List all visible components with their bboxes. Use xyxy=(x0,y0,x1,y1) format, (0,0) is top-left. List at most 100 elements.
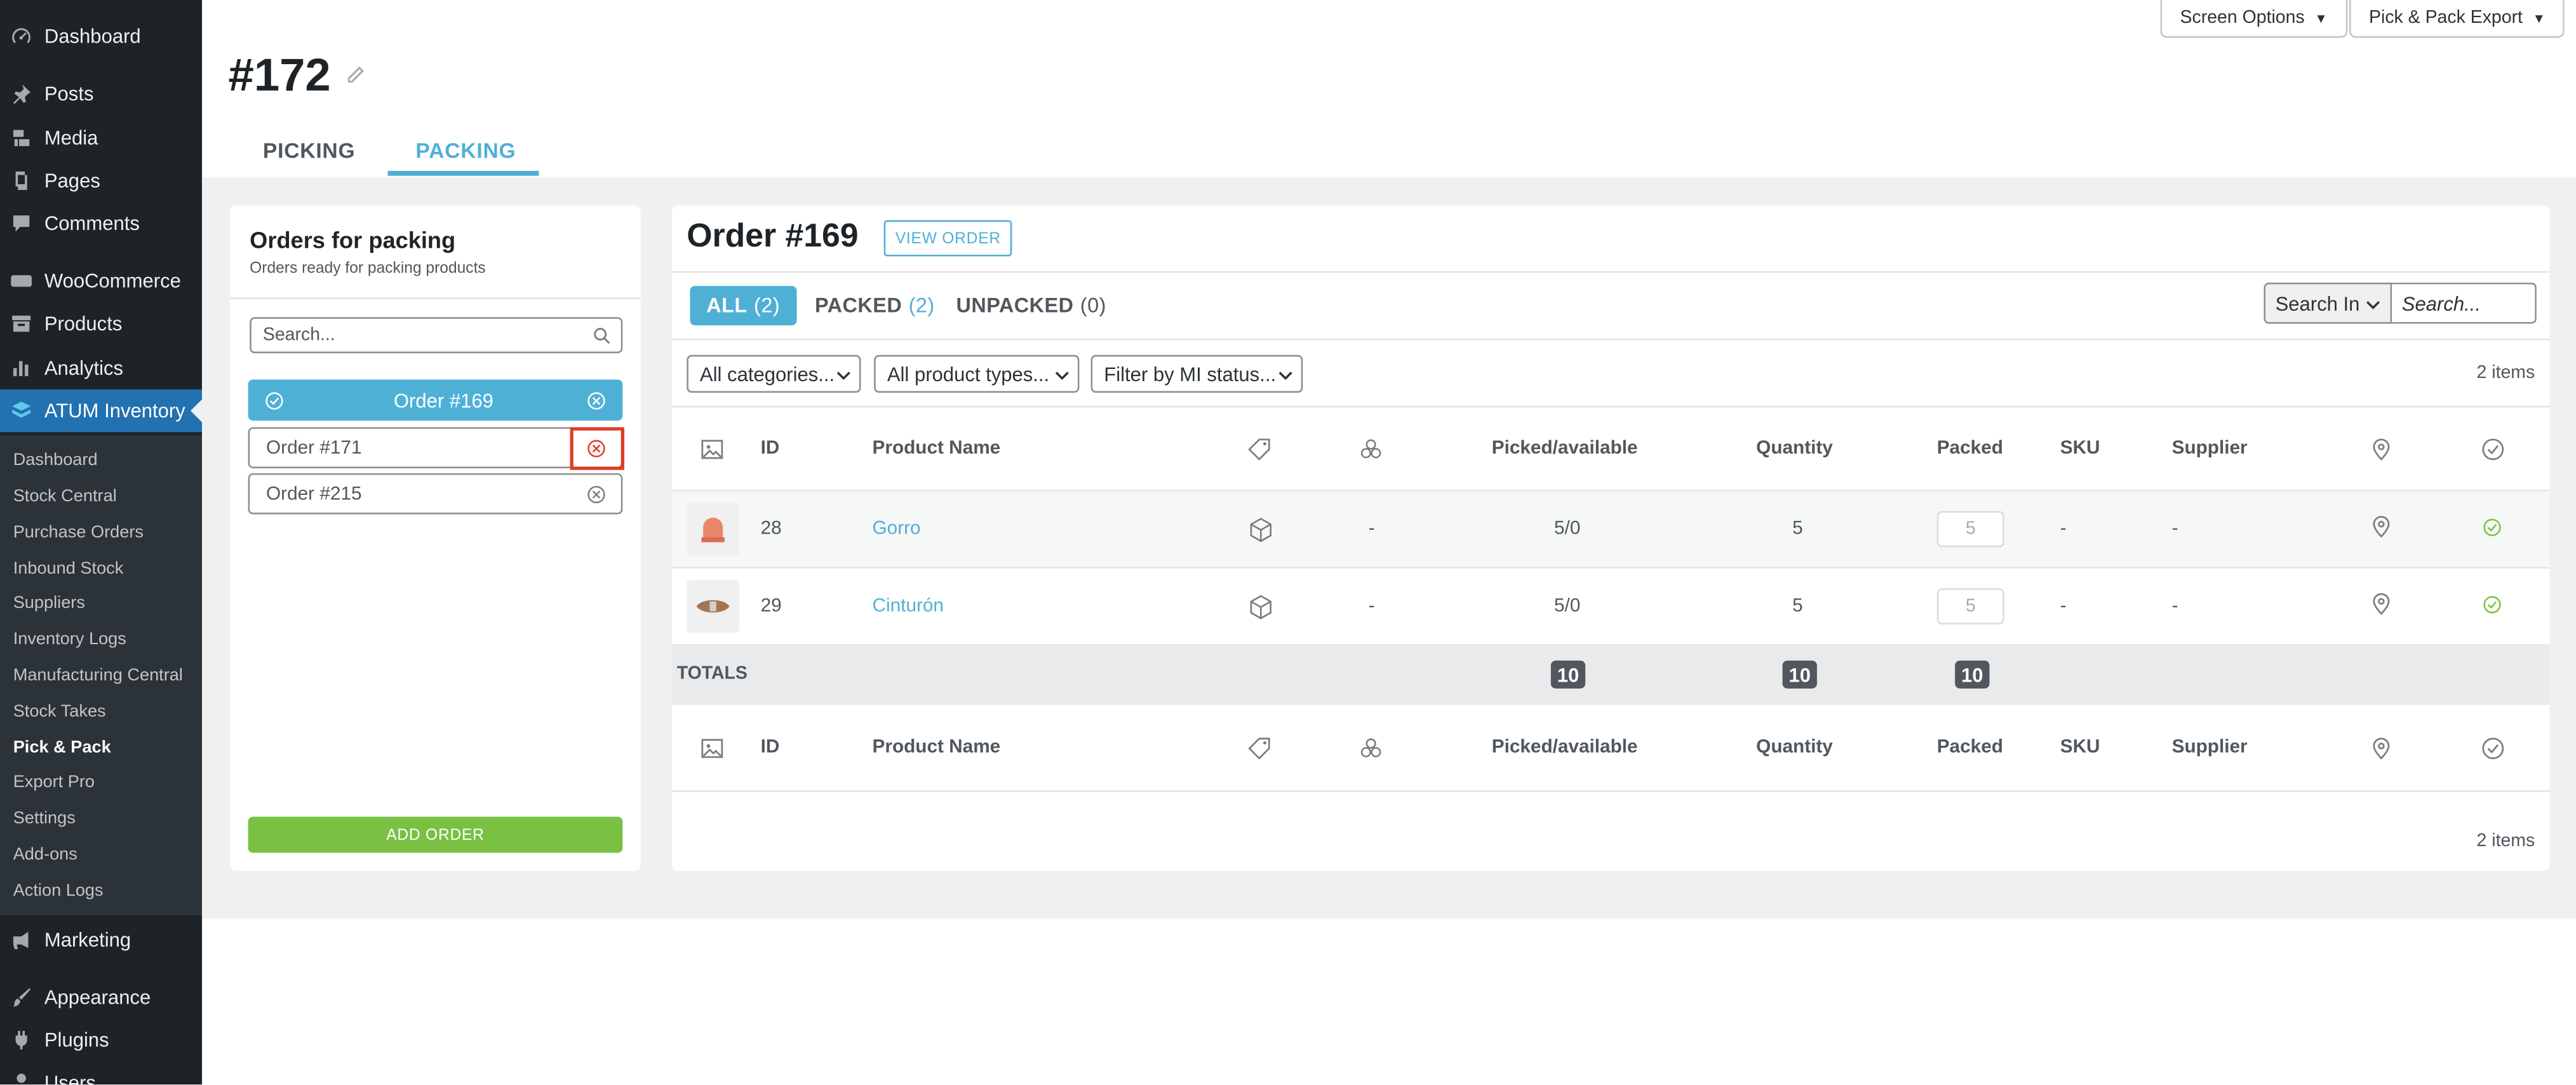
location-pin-icon[interactable] xyxy=(2369,591,2394,616)
submenu-item-stock-central[interactable]: Stock Central xyxy=(13,480,117,513)
row-id: 29 xyxy=(760,596,782,617)
column-supplier[interactable]: Supplier xyxy=(2172,439,2248,459)
pencil-icon[interactable] xyxy=(344,64,366,87)
add-order-button[interactable]: ADD ORDER xyxy=(248,816,623,853)
panel-title: Orders for packing xyxy=(250,226,456,253)
submenu-item-manufacturing-central[interactable]: Manufacturing Central xyxy=(13,659,183,692)
column-picked-available[interactable]: Picked/available xyxy=(1492,439,1638,459)
filter-tab-all[interactable]: ALL (2) xyxy=(690,286,797,326)
submenu-item-stock-takes[interactable]: Stock Takes xyxy=(13,695,106,728)
column-packed[interactable]: Packed xyxy=(1937,738,2003,757)
row-type-dash: - xyxy=(1368,596,1375,617)
product-thumbnail[interactable] xyxy=(687,502,740,556)
hat-image-icon xyxy=(701,517,725,542)
remove-circle-icon[interactable] xyxy=(586,485,606,504)
product-type-filter-select[interactable]: All product types... xyxy=(874,354,1080,393)
column-id[interactable]: ID xyxy=(761,738,780,757)
menu-item-analytics[interactable]: Analytics xyxy=(0,347,202,389)
category-filter-select[interactable]: All categories... xyxy=(687,354,861,393)
chart-icon xyxy=(10,356,33,379)
plugin-icon xyxy=(10,1028,33,1051)
orders-for-packing-panel: Orders for packing Orders ready for pack… xyxy=(230,205,641,871)
submenu-item-purchase-orders[interactable]: Purchase Orders xyxy=(13,516,144,549)
view-order-button[interactable]: VIEW ORDER xyxy=(883,220,1013,257)
order-item-171[interactable]: Order #171 xyxy=(248,427,623,469)
submenu-item-pick-pack[interactable]: Pick & Pack xyxy=(13,731,111,764)
column-sku[interactable]: SKU xyxy=(2060,738,2100,757)
panel-subtitle: Orders ready for packing products xyxy=(250,259,486,278)
products-search-input[interactable] xyxy=(2392,282,2537,324)
filter-tab-packed[interactable]: PACKED (2) xyxy=(815,286,935,325)
submenu-item-inventory-logs[interactable]: Inventory Logs xyxy=(13,623,126,656)
row-supplier: - xyxy=(2171,596,2178,617)
row-quantity: 5 xyxy=(1792,596,1803,617)
divider xyxy=(230,297,641,299)
totals-label: TOTALS xyxy=(676,664,748,684)
search-in-select[interactable]: Search In xyxy=(2264,282,2392,324)
divider xyxy=(671,790,2550,792)
menu-item-posts[interactable]: Posts xyxy=(0,72,202,115)
screen-options-button[interactable]: Screen Options ▼ xyxy=(2160,0,2347,38)
dashboard-icon xyxy=(10,25,33,48)
chevron-down-icon xyxy=(836,372,850,381)
column-product-name[interactable]: Product Name xyxy=(873,738,1001,757)
mi-status-filter-select[interactable]: Filter by MI status... xyxy=(1090,354,1303,393)
submenu-item-dashboard[interactable]: Dashboard xyxy=(13,443,98,476)
submenu-item-suppliers[interactable]: Suppliers xyxy=(13,586,85,619)
check-circle-icon xyxy=(2482,738,2504,760)
menu-item-comments[interactable]: Comments xyxy=(0,202,202,245)
caret-down-icon: ▼ xyxy=(2532,10,2546,26)
product-name-link[interactable]: Cinturón xyxy=(873,596,944,616)
pick-pack-export-button[interactable]: Pick & Pack Export ▼ xyxy=(2349,0,2566,38)
atum-submenu: Dashboard Stock Central Purchase Orders … xyxy=(0,435,203,915)
column-sku[interactable]: SKU xyxy=(2060,439,2100,459)
woo-icon xyxy=(10,269,33,292)
product-thumbnail[interactable] xyxy=(687,580,740,633)
column-quantity[interactable]: Quantity xyxy=(1756,738,1833,757)
simple-product-box-icon xyxy=(1250,518,1272,542)
packed-quantity-input[interactable]: 5 xyxy=(1936,511,2004,548)
menu-item-media[interactable]: Media xyxy=(0,117,202,159)
menu-item-products[interactable]: Products xyxy=(0,302,202,345)
orders-search-input[interactable] xyxy=(250,317,623,354)
row-picked-available: 5/0 xyxy=(1554,519,1581,539)
product-name-link[interactable]: Gorro xyxy=(873,519,921,539)
column-packed[interactable]: Packed xyxy=(1937,439,2003,459)
submenu-item-settings[interactable]: Settings xyxy=(13,802,76,835)
divider xyxy=(671,338,2550,340)
tab-picking[interactable]: PICKING xyxy=(263,138,356,163)
remove-circle-icon[interactable] xyxy=(586,391,606,411)
variations-icon xyxy=(1360,738,1381,758)
menu-item-plugins[interactable]: Plugins xyxy=(0,1019,202,1061)
submenu-item-add-ons[interactable]: Add-ons xyxy=(13,838,77,871)
variations-icon xyxy=(1360,439,1381,459)
menu-item-woocommerce[interactable]: WooCommerce xyxy=(0,260,202,302)
row-type-dash: - xyxy=(1368,519,1375,539)
column-id[interactable]: ID xyxy=(761,439,780,459)
column-quantity[interactable]: Quantity xyxy=(1756,439,1833,459)
media-icon xyxy=(10,126,33,149)
menu-item-dashboard[interactable]: Dashboard xyxy=(0,15,202,57)
order-item-169[interactable]: Order #169 xyxy=(248,379,623,421)
total-quantity-badge: 10 xyxy=(1782,660,1817,689)
column-supplier[interactable]: Supplier xyxy=(2172,738,2248,757)
location-pin-icon[interactable] xyxy=(2369,515,2394,539)
order-item-215[interactable]: Order #215 xyxy=(248,473,623,515)
menu-item-users[interactable]: Users xyxy=(0,1061,202,1084)
menu-item-pages[interactable]: Pages xyxy=(0,159,202,202)
filter-tab-unpacked[interactable]: UNPACKED (0) xyxy=(956,286,1106,325)
chevron-down-icon xyxy=(1278,372,1292,381)
menu-item-atum-inventory[interactable]: ATUM Inventory xyxy=(0,389,203,433)
total-picked-badge: 10 xyxy=(1550,660,1586,689)
menu-item-appearance[interactable]: Appearance xyxy=(0,976,202,1018)
menu-item-marketing[interactable]: Marketing xyxy=(0,919,202,961)
image-icon xyxy=(701,440,723,459)
submenu-item-export-pro[interactable]: Export Pro xyxy=(13,765,95,799)
tab-packing[interactable]: PACKING xyxy=(415,138,516,163)
packed-quantity-input[interactable]: 5 xyxy=(1936,588,2004,624)
submenu-item-action-logs[interactable]: Action Logs xyxy=(13,874,104,907)
submenu-item-inbound-stock[interactable]: Inbound Stock xyxy=(13,552,124,585)
column-picked-available[interactable]: Picked/available xyxy=(1492,738,1638,757)
column-product-name[interactable]: Product Name xyxy=(873,439,1001,459)
belt-image-icon xyxy=(696,600,730,613)
